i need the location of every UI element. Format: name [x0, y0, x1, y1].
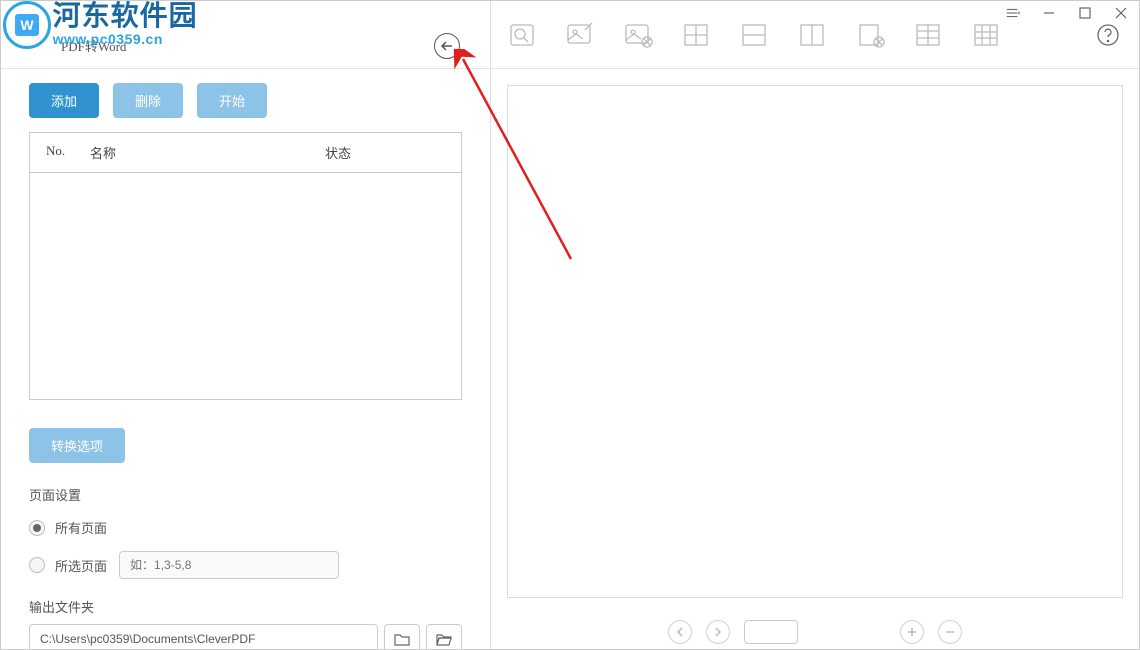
- help-icon: [1096, 23, 1120, 47]
- split-vertical-button[interactable]: [795, 18, 829, 52]
- col-header-name: 名称: [90, 143, 325, 162]
- image-edit-icon: [565, 22, 595, 48]
- close-button[interactable]: [1103, 1, 1139, 25]
- page-range-input[interactable]: [119, 551, 339, 579]
- grid-4-icon: [681, 22, 711, 48]
- file-list-table: No. 名称 状态: [29, 132, 462, 400]
- browse-folder-button[interactable]: [384, 624, 420, 650]
- col-header-status: 状态: [325, 143, 445, 162]
- page-settings-label: 页面设置: [29, 485, 462, 504]
- right-panel: [491, 1, 1139, 650]
- table-icon: [913, 22, 943, 48]
- folder-open-icon: [436, 632, 452, 646]
- chevron-right-icon: [713, 627, 723, 637]
- next-page-button[interactable]: [706, 620, 730, 644]
- folder-icon: [394, 632, 410, 646]
- output-path-field[interactable]: C:\Users\pc0359\Documents\CleverPDF: [29, 624, 378, 650]
- page-remove-icon: [855, 22, 885, 48]
- page-remove-button[interactable]: [853, 18, 887, 52]
- radio-selected-pages-label: 所选页面: [55, 556, 107, 575]
- split-horizontal-button[interactable]: [737, 18, 771, 52]
- zoom-out-button[interactable]: [938, 620, 962, 644]
- image-remove-icon: [623, 22, 653, 48]
- magnifier-icon: [507, 22, 537, 48]
- zoom-button[interactable]: [505, 18, 539, 52]
- chevron-left-icon: [675, 627, 685, 637]
- maximize-button[interactable]: [1067, 1, 1103, 25]
- table-button[interactable]: [911, 18, 945, 52]
- arrow-left-icon: [440, 39, 454, 53]
- plus-icon: [907, 627, 917, 637]
- page-title: PDF转Word: [61, 36, 126, 55]
- radio-all-pages[interactable]: [29, 520, 45, 536]
- file-list-header: No. 名称 状态: [30, 133, 461, 173]
- remove-image-button[interactable]: [621, 18, 655, 52]
- action-button-row: 添加 删除 开始: [29, 83, 462, 118]
- col-header-no: No.: [46, 143, 90, 162]
- open-folder-button[interactable]: [426, 624, 462, 650]
- menu-button[interactable]: [995, 1, 1031, 25]
- page-number-input[interactable]: [744, 620, 798, 644]
- minimize-button[interactable]: [1031, 1, 1067, 25]
- prev-page-button[interactable]: [668, 620, 692, 644]
- grid-9-icon: [971, 22, 1001, 48]
- minus-icon: [945, 627, 955, 637]
- split-horizontal-icon: [739, 22, 769, 48]
- radio-selected-pages[interactable]: [29, 557, 45, 573]
- pager-controls: [491, 610, 1139, 650]
- delete-button[interactable]: 删除: [113, 83, 183, 118]
- convert-options-button[interactable]: 转换选项: [29, 428, 125, 463]
- left-header: PDF转Word: [1, 23, 490, 69]
- grid-4-button[interactable]: [679, 18, 713, 52]
- left-panel: PDF转Word 添加 删除 开始 No. 名称 状态: [1, 1, 491, 650]
- preview-canvas: [507, 85, 1123, 598]
- start-button[interactable]: 开始: [197, 83, 267, 118]
- edit-image-button[interactable]: [563, 18, 597, 52]
- back-button[interactable]: [434, 33, 460, 59]
- radio-all-pages-label: 所有页面: [55, 518, 107, 537]
- zoom-in-button[interactable]: [900, 620, 924, 644]
- output-folder-label: 输出文件夹: [29, 597, 462, 616]
- split-vertical-icon: [797, 22, 827, 48]
- titlebar-controls: [995, 1, 1139, 25]
- app-window: W 河东软件园 www.pc0359.cn PDF转Word 添加 删除 开始: [0, 0, 1140, 650]
- add-button[interactable]: 添加: [29, 83, 99, 118]
